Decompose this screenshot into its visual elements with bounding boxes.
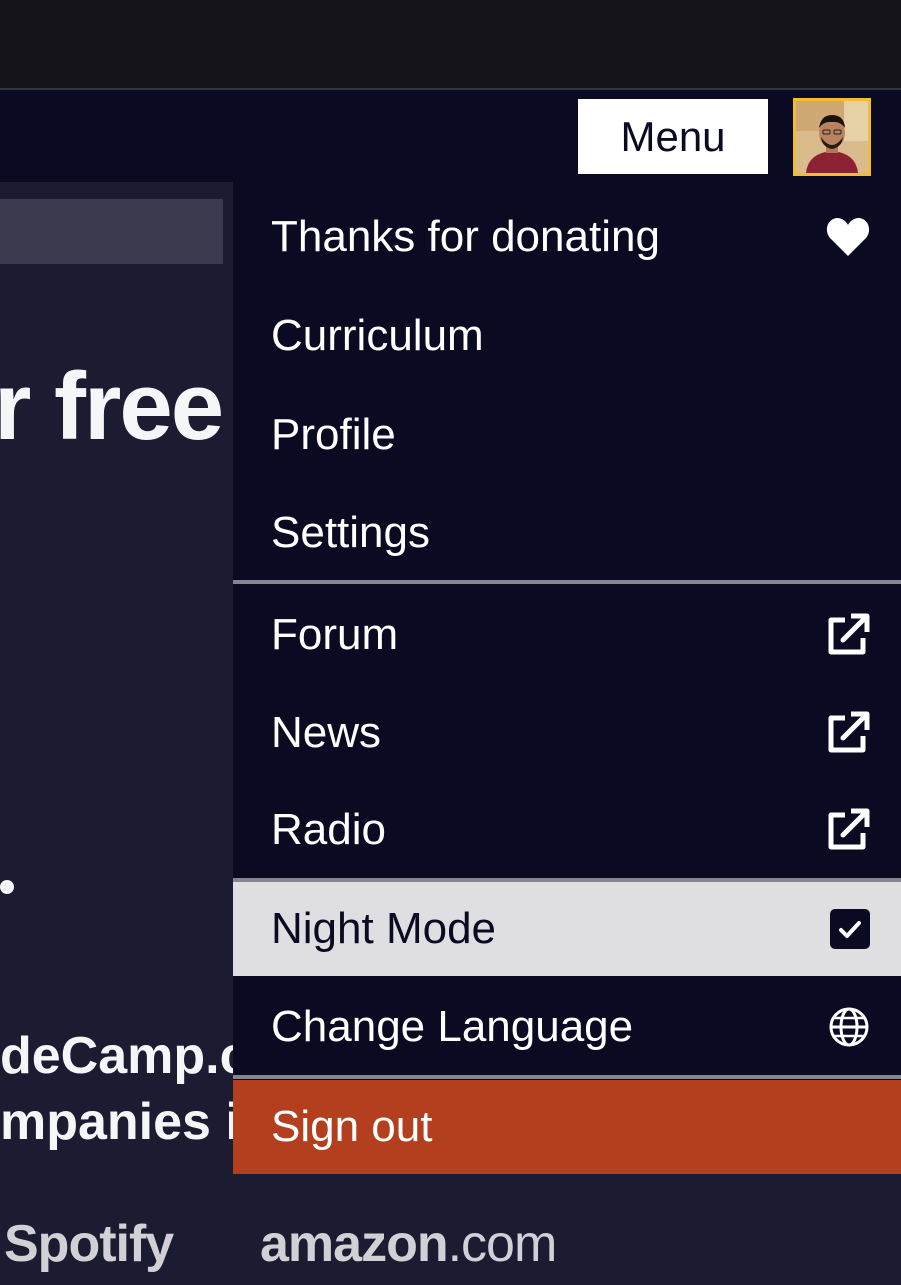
- browser-top-strip: [0, 0, 901, 90]
- menu-item-label: News: [271, 708, 382, 757]
- globe-icon: [827, 1005, 871, 1049]
- menu-item-label: Thanks for donating: [271, 212, 660, 261]
- menu-item-news[interactable]: News: [233, 684, 901, 782]
- menu-item-label: Night Mode: [271, 904, 497, 953]
- menu-item-settings[interactable]: Settings: [233, 485, 901, 580]
- menu-item-radio[interactable]: Radio: [233, 782, 901, 878]
- spotify-logo: Spotify: [4, 1215, 174, 1273]
- menu-item-label: Sign out: [271, 1102, 433, 1151]
- amazon-logo-tld: .com: [447, 1215, 558, 1273]
- menu-item-label: Change Language: [271, 1001, 634, 1051]
- menu-button[interactable]: Menu: [578, 99, 768, 174]
- menu-item-label: Radio: [271, 805, 386, 854]
- menu-item-change-language[interactable]: Change Language: [233, 978, 901, 1075]
- hero-text-line-2: mpanies i: [0, 1093, 240, 1151]
- menu-item-label: Curriculum: [271, 311, 484, 360]
- menu-item-night-mode[interactable]: Night Mode: [233, 882, 901, 976]
- hero-title: r free: [0, 353, 224, 460]
- amazon-logo: amazon.com: [260, 1214, 558, 1274]
- menu-item-sign-out[interactable]: Sign out: [233, 1080, 901, 1174]
- external-link-icon: [825, 807, 871, 853]
- search-bar[interactable]: [0, 199, 223, 264]
- menu-item-donate[interactable]: Thanks for donating: [233, 188, 901, 286]
- menu-item-label: Forum: [271, 610, 399, 659]
- menu-item-curriculum[interactable]: Curriculum: [233, 287, 901, 385]
- menu-item-profile[interactable]: Profile: [233, 386, 901, 484]
- external-link-icon: [825, 612, 871, 658]
- avatar[interactable]: [793, 98, 871, 176]
- menu-item-label: Profile: [271, 410, 396, 459]
- hero-bullet: [0, 880, 14, 894]
- menu-divider: [233, 1075, 901, 1079]
- checkbox-checked-icon[interactable]: [829, 908, 871, 950]
- menu-item-label: Settings: [271, 507, 430, 557]
- heart-icon: [825, 216, 871, 258]
- menu-item-forum[interactable]: Forum: [233, 586, 901, 684]
- hero-text-line-1: deCamp.c: [0, 1027, 249, 1085]
- amazon-logo-main: amazon: [260, 1215, 449, 1273]
- menu-divider: [233, 580, 901, 584]
- external-link-icon: [825, 710, 871, 756]
